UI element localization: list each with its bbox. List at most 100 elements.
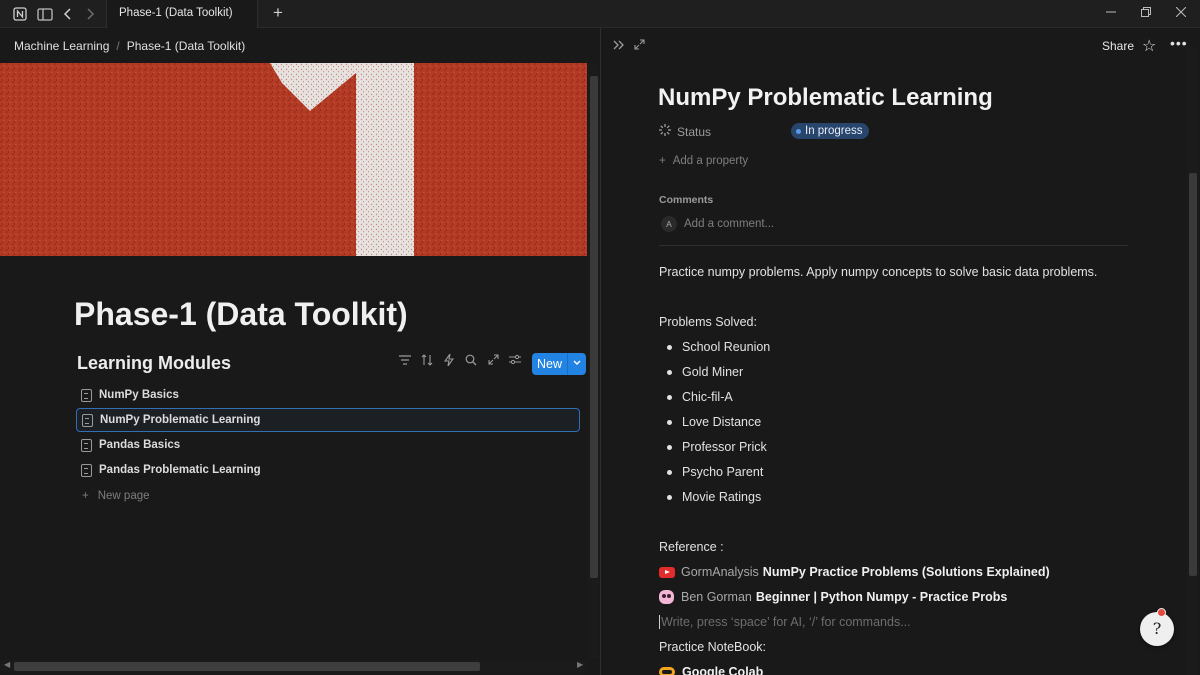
filter-icon[interactable] (398, 354, 412, 370)
comments-heading: Comments (659, 194, 714, 206)
property-status[interactable]: Status (659, 124, 711, 139)
reference-title[interactable]: Beginner | Python Numpy - Practice Probs (756, 590, 1007, 604)
peek-pane: Share ☆ ••• NumPy Problematic Learning S… (601, 28, 1200, 675)
reference-link[interactable]: Ben Gorman Beginner | Python Numpy - Pra… (659, 590, 1007, 604)
list-item-label: NumPy Problematic Learning (100, 414, 261, 426)
settings-sliders-icon[interactable] (508, 354, 522, 370)
breadcrumb-separator: / (116, 39, 120, 53)
notebook-link-label[interactable]: Google Colab (682, 665, 763, 675)
page-title[interactable]: NumPy Problematic Learning (658, 84, 993, 112)
bullet-item[interactable]: Gold Miner (667, 365, 743, 379)
title-bar: Phase-1 (Data Toolkit) + (0, 0, 1200, 28)
list-item-selected[interactable]: NumPy Problematic Learning (76, 408, 580, 432)
plus-icon: + (82, 490, 89, 502)
list-item-label: Pandas Problematic Learning (99, 464, 261, 476)
plus-icon: + (659, 155, 666, 167)
restore-icon[interactable] (1136, 5, 1156, 20)
scroll-right-arrow-icon[interactable]: ▶ (577, 660, 583, 669)
bullet-item[interactable]: School Reunion (667, 340, 770, 354)
breadcrumb: Machine Learning / Phase-1 (Data Toolkit… (14, 39, 245, 53)
share-button[interactable]: Share (1102, 39, 1134, 53)
bullet-text: Chic-fil-A (682, 390, 733, 404)
status-value: In progress (805, 125, 863, 137)
help-button[interactable]: ? (1140, 612, 1174, 646)
forward-arrow-icon[interactable] (82, 6, 98, 22)
reference-heading[interactable]: Reference : (659, 540, 724, 554)
left-scrollbar-thumb[interactable] (590, 76, 598, 578)
editor-placeholder[interactable]: Write, press ‘space’ for AI, ‘/’ for com… (659, 615, 911, 629)
automation-lightning-icon[interactable] (442, 353, 456, 370)
left-pane: Machine Learning / Phase-1 (Data Toolkit… (0, 28, 600, 675)
bullet-item[interactable]: Chic-fil-A (667, 390, 733, 404)
bullet-text: Gold Miner (682, 365, 744, 379)
horizontal-scrollbar-thumb[interactable] (14, 662, 480, 671)
youtube-icon (659, 566, 675, 578)
new-tab-button[interactable]: + (270, 3, 286, 22)
page-icon (81, 388, 92, 402)
back-arrow-icon[interactable] (60, 6, 76, 22)
list-item-label: NumPy Basics (99, 389, 179, 401)
database-title[interactable]: Learning Modules (77, 353, 231, 374)
bullet-item[interactable]: Love Distance (667, 415, 761, 429)
add-property-button[interactable]: + Add a property (659, 155, 748, 167)
notification-badge (1157, 608, 1166, 617)
search-icon[interactable] (464, 354, 478, 370)
status-loader-icon (659, 124, 673, 139)
tab-phase-1[interactable]: Phase-1 (Data Toolkit) (106, 0, 258, 28)
database-toolbar (398, 353, 522, 370)
page-title[interactable]: Phase-1 (Data Toolkit) (74, 296, 408, 333)
reference-title[interactable]: NumPy Practice Problems (Solutions Expla… (763, 565, 1050, 579)
description-text[interactable]: Practice numpy problems. Apply numpy con… (659, 265, 1097, 279)
tab-title: Phase-1 (Data Toolkit) (119, 7, 233, 19)
breadcrumb-item-phase-1[interactable]: Phase-1 (Data Toolkit) (127, 39, 246, 53)
bullet-text: School Reunion (682, 340, 771, 354)
list-item[interactable]: Pandas Problematic Learning (76, 458, 580, 482)
reference-link[interactable]: GormAnalysis NumPy Practice Problems (So… (659, 565, 1050, 579)
new-button-label[interactable]: New (532, 353, 568, 375)
sidebar-toggle-icon[interactable] (37, 6, 53, 22)
right-scrollbar-thumb[interactable] (1189, 173, 1197, 576)
status-dot (796, 128, 801, 134)
more-options-icon[interactable]: ••• (1170, 35, 1188, 51)
list-item[interactable]: NumPy Basics (76, 383, 580, 407)
add-property-label: Add a property (672, 155, 749, 167)
status-badge[interactable]: In progress (791, 123, 869, 139)
bullet-item[interactable]: Professor Prick (667, 440, 767, 454)
notion-logo-icon[interactable] (12, 6, 28, 22)
page-icon (82, 413, 93, 427)
close-peek-double-chevron-icon[interactable] (613, 38, 625, 53)
list-item-label: Pandas Basics (99, 439, 181, 451)
scroll-left-arrow-icon[interactable]: ◀ (4, 660, 10, 669)
comment-input[interactable]: Add a comment... (684, 218, 774, 230)
breadcrumb-item-machine-learning[interactable]: Machine Learning (14, 39, 109, 53)
new-button[interactable]: New (532, 353, 586, 375)
page-icon (81, 463, 92, 477)
avatar: A (661, 216, 677, 232)
reference-source: Ben Gorman (681, 590, 752, 604)
expand-icon[interactable] (486, 354, 500, 370)
chevron-down-icon[interactable] (568, 353, 586, 375)
reference-source: GormAnalysis (681, 565, 759, 579)
close-icon[interactable] (1171, 5, 1191, 20)
problems-heading[interactable]: Problems Solved: (659, 315, 757, 329)
new-page-label: New page (97, 490, 150, 502)
property-label: Status (677, 124, 712, 139)
new-page-button[interactable]: + New page (82, 490, 150, 502)
owl-icon (659, 590, 674, 604)
favorite-star-icon[interactable]: ☆ (1142, 36, 1156, 56)
bullet-text: Love Distance (682, 415, 762, 429)
notebook-heading[interactable]: Practice NoteBook: (659, 640, 766, 654)
bullet-text: Professor Prick (682, 440, 767, 454)
notebook-link[interactable]: Google Colab (659, 665, 763, 675)
google-colab-icon (659, 667, 675, 675)
minimize-icon[interactable] (1101, 5, 1121, 20)
page-icon (81, 438, 92, 452)
divider-line (659, 245, 1128, 246)
list-item[interactable]: Pandas Basics (76, 433, 580, 457)
bullet-text: Psycho Parent (682, 465, 764, 479)
bullet-item[interactable]: Movie Ratings (667, 490, 761, 504)
sort-icon[interactable] (420, 354, 434, 370)
open-full-page-icon[interactable] (634, 38, 645, 53)
cover-image[interactable] (0, 63, 587, 256)
bullet-item[interactable]: Psycho Parent (667, 465, 763, 479)
